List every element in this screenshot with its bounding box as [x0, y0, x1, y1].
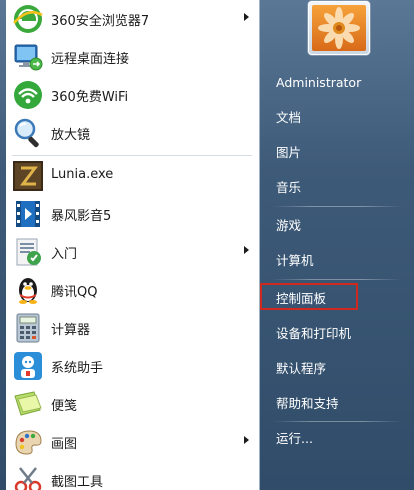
right-item-pictures[interactable]: 图片	[276, 141, 406, 165]
program-label: 入门	[51, 247, 78, 262]
right-pane-separator	[272, 421, 402, 422]
program-label: 系统助手	[51, 361, 104, 376]
submenu-arrow-icon	[244, 246, 249, 254]
program-item-baofeng[interactable]: 暴风影音5	[6, 195, 259, 233]
program-label: 腾讯QQ	[51, 285, 98, 300]
right-item-default-programs[interactable]: 默认程序	[276, 357, 406, 381]
snipping-tool-icon	[12, 464, 44, 490]
user-avatar	[312, 5, 366, 51]
getting-started-icon	[12, 236, 44, 268]
start-menu: 360安全浏览器7 远程桌面连接 360免费WiFi 放大镜 Lunia.exe…	[0, 0, 414, 490]
magnifier-icon	[12, 117, 44, 149]
calculator-icon	[12, 312, 44, 344]
program-label: 画图	[51, 437, 78, 452]
program-label: 远程桌面连接	[51, 52, 130, 67]
program-item-getting-started[interactable]: 入门	[6, 233, 259, 271]
program-label: Lunia.exe	[51, 167, 114, 182]
right-item-control-panel[interactable]: 控制面板	[276, 287, 406, 311]
program-label: 暴风影音5	[51, 209, 112, 224]
program-item-qq[interactable]: 腾讯QQ	[6, 271, 259, 309]
baofeng-player-icon	[12, 198, 44, 230]
program-label: 360安全浏览器7	[51, 14, 150, 29]
lunia-game-icon	[12, 160, 44, 192]
right-item-games[interactable]: 游戏	[276, 214, 406, 238]
right-item-devices-printers[interactable]: 设备和打印机	[276, 322, 406, 346]
program-item-360-browser[interactable]: 360安全浏览器7	[6, 0, 259, 38]
program-label: 计算器	[51, 323, 91, 338]
user-name-link[interactable]: Administrator	[276, 71, 406, 95]
program-label: 360免费WiFi	[51, 90, 129, 105]
submenu-arrow-icon	[244, 13, 249, 21]
wifi-360-icon	[12, 79, 44, 111]
submenu-arrow-icon	[244, 436, 249, 444]
program-item-remote-desktop[interactable]: 远程桌面连接	[6, 38, 259, 76]
program-item-magnifier[interactable]: 放大镜	[6, 114, 259, 152]
program-item-360-wifi[interactable]: 360免费WiFi	[6, 76, 259, 114]
program-list: 360安全浏览器7 远程桌面连接 360免费WiFi 放大镜 Lunia.exe…	[6, 0, 260, 490]
remote-desktop-icon	[12, 41, 44, 73]
right-pane-separator	[272, 206, 402, 207]
right-item-run[interactable]: 运行...	[276, 427, 406, 451]
right-item-documents[interactable]: 文档	[276, 106, 406, 130]
program-item-paint[interactable]: 画图	[6, 423, 259, 461]
paint-icon	[12, 426, 44, 458]
user-avatar-frame[interactable]	[308, 1, 370, 55]
right-item-help-support[interactable]: 帮助和支持	[276, 392, 406, 416]
program-item-calculator[interactable]: 计算器	[6, 309, 259, 347]
qq-penguin-icon	[12, 274, 44, 306]
program-item-lunia[interactable]: Lunia.exe	[6, 157, 259, 195]
right-pane: Administrator 文档 图片 音乐 游戏 计算机 控制面板 设备和打印…	[260, 0, 414, 490]
program-label: 便笺	[51, 399, 78, 414]
right-item-music[interactable]: 音乐	[276, 176, 406, 200]
sticky-notes-icon	[12, 388, 44, 420]
program-item-sticky-notes[interactable]: 便笺	[6, 385, 259, 423]
right-item-computer[interactable]: 计算机	[276, 249, 406, 273]
browser-360-icon	[12, 3, 44, 35]
right-pane-separator	[272, 279, 402, 280]
system-assistant-icon	[12, 350, 44, 382]
program-item-snipping-tool[interactable]: 截图工具	[6, 461, 259, 490]
program-item-system-assistant[interactable]: 系统助手	[6, 347, 259, 385]
program-label: 放大镜	[51, 128, 91, 143]
program-list-separator	[12, 155, 252, 156]
program-label: 截图工具	[51, 475, 104, 490]
